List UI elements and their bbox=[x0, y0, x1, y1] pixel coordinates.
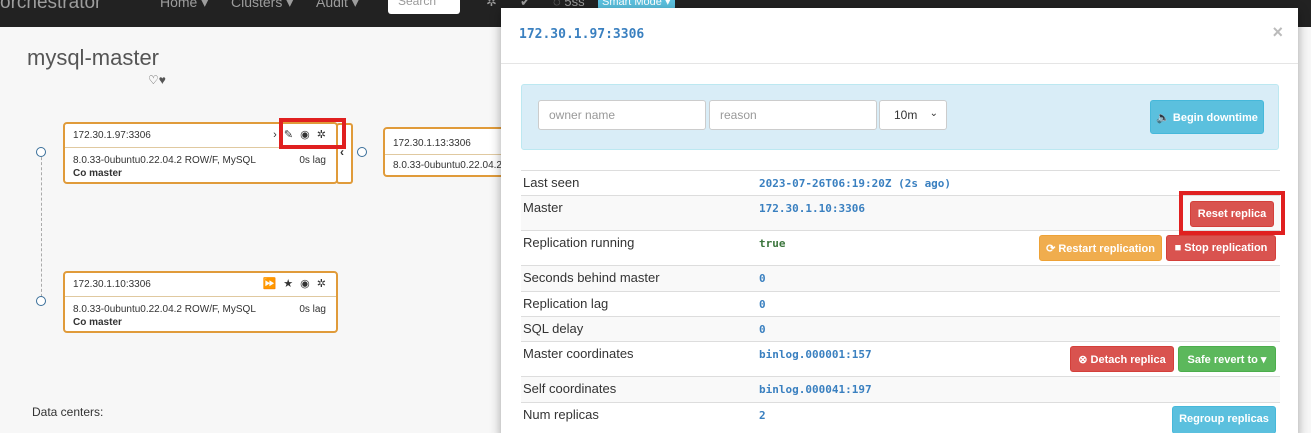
instance-info-table: Last seen 2023-07-26T06:19:20Z (2s ago) … bbox=[521, 170, 1280, 433]
table-row: Seconds behind master 0 bbox=[521, 266, 1280, 292]
row-value: true bbox=[759, 237, 786, 250]
detach-replica-button[interactable]: ⊗ Detach replica bbox=[1070, 346, 1174, 372]
search-input[interactable]: Search bbox=[388, 0, 460, 14]
table-row: Master coordinates binlog.000001:157 ⊗ D… bbox=[521, 342, 1280, 377]
row-value: 2 bbox=[759, 409, 766, 422]
row-label: Replication running bbox=[523, 235, 635, 250]
cluster-title: mysql-master bbox=[27, 45, 160, 70]
row-value: binlog.000001:157 bbox=[759, 348, 872, 361]
table-row: Replication running true ⟳ Restart repli… bbox=[521, 231, 1280, 266]
nav-audit[interactable]: Audit ▾ bbox=[316, 0, 359, 11]
row-value: 0 bbox=[759, 298, 766, 311]
chevron-down-icon: ⌄ bbox=[929, 108, 938, 119]
row-label: SQL delay bbox=[523, 321, 584, 336]
favorite-icon[interactable]: ♡♥ bbox=[148, 73, 166, 87]
nav-clusters[interactable]: Clusters ▾ bbox=[231, 0, 293, 11]
reason-input[interactable]: reason bbox=[709, 100, 877, 130]
node-drop-target[interactable] bbox=[357, 147, 367, 157]
regroup-replicas-button[interactable]: Regroup replicas bbox=[1172, 406, 1276, 433]
highlight-box bbox=[1179, 191, 1285, 235]
node-role: Co master bbox=[73, 168, 122, 179]
node-host: 172.30.1.13:3306 bbox=[393, 138, 471, 149]
node-role: Co master bbox=[73, 317, 122, 328]
node-lag: 0s lag bbox=[299, 155, 326, 166]
row-label: Seconds behind master bbox=[523, 270, 660, 285]
table-row: Num replicas 2 Regroup replicas bbox=[521, 403, 1280, 433]
row-label: Last seen bbox=[523, 175, 580, 190]
node-drop-target[interactable] bbox=[36, 296, 46, 306]
node-host: 172.30.1.10:3306 bbox=[73, 279, 151, 290]
node-version: 8.0.33-0ubuntu0.22.04.2 ROW/F, MySQL bbox=[73, 155, 256, 166]
close-icon[interactable]: × bbox=[1272, 22, 1283, 43]
row-label: Master bbox=[523, 200, 563, 215]
highlight-box bbox=[279, 118, 346, 149]
node-version: 8.0.33-0ubuntu0.22.04.2 bbox=[393, 160, 502, 171]
table-row: Master 172.30.1.10:3306 Reset replica bbox=[521, 196, 1280, 231]
row-label: Master coordinates bbox=[523, 346, 634, 361]
node-version: 8.0.33-0ubuntu0.22.04.2 ROW/F, MySQL bbox=[73, 304, 256, 315]
table-row: Replication lag 0 bbox=[521, 292, 1280, 317]
row-value: 2023-07-26T06:19:20Z (2s ago) bbox=[759, 177, 952, 190]
row-value: binlog.000041:197 bbox=[759, 383, 872, 396]
node-drop-target[interactable] bbox=[36, 147, 46, 157]
table-row: SQL delay 0 bbox=[521, 317, 1280, 342]
nav-home[interactable]: Home ▾ bbox=[160, 0, 208, 11]
node-lag: 0s lag bbox=[299, 304, 326, 315]
row-value: 0 bbox=[759, 323, 766, 336]
instance-node[interactable]: 172.30.1.10:3306 ⏩ ★ ◉ ✲ 8.0.33-0ubuntu0… bbox=[63, 271, 338, 333]
row-value: 0 bbox=[759, 272, 766, 285]
begin-downtime-button[interactable]: 🔈 Begin downtime bbox=[1150, 100, 1264, 134]
brand-logo[interactable]: orchestrator bbox=[0, 0, 101, 14]
table-row: Self coordinates binlog.000041:197 bbox=[521, 377, 1280, 403]
row-label: Self coordinates bbox=[523, 381, 617, 396]
owner-name-input[interactable]: owner name bbox=[538, 100, 706, 130]
table-row: Last seen 2023-07-26T06:19:20Z (2s ago) bbox=[521, 171, 1280, 196]
node-action-icons[interactable]: ⏩ ★ ◉ ✲ bbox=[262, 277, 328, 290]
restart-replication-button[interactable]: ⟳ Restart replication bbox=[1039, 235, 1162, 261]
topology-connector bbox=[41, 152, 42, 302]
safe-revert-button[interactable]: Safe revert to ▾ bbox=[1178, 346, 1276, 372]
modal-title: 172.30.1.97:3306 bbox=[519, 27, 645, 42]
data-centers-label: Data centers: bbox=[32, 405, 104, 419]
duration-select[interactable]: 10m ⌄ bbox=[879, 100, 947, 130]
row-label: Replication lag bbox=[523, 296, 609, 311]
row-value[interactable]: 172.30.1.10:3306 bbox=[759, 202, 865, 215]
downtime-panel: owner name reason 10m ⌄ 🔈 Begin downtime bbox=[521, 84, 1279, 150]
row-label: Num replicas bbox=[523, 407, 599, 422]
stop-replication-button[interactable]: ■ Stop replication bbox=[1166, 235, 1276, 261]
gear-icon[interactable]: ✲ bbox=[486, 0, 497, 10]
node-host: 172.30.1.97:3306 bbox=[73, 130, 151, 141]
duration-value: 10m bbox=[894, 108, 918, 122]
modal-header: 172.30.1.97:3306 × bbox=[501, 8, 1298, 64]
